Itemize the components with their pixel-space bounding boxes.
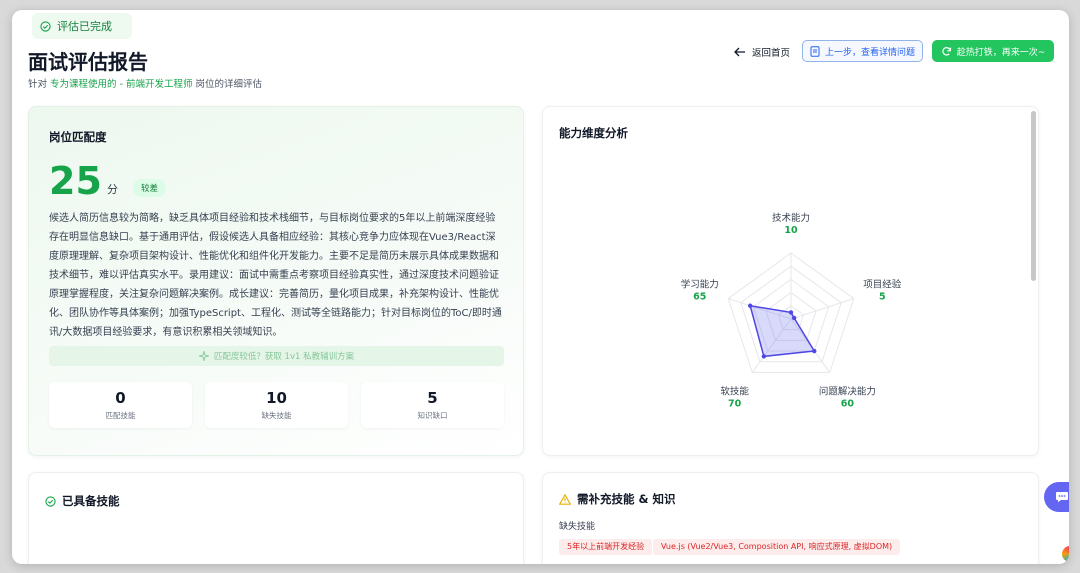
radar-axis-label: 技术能力 — [772, 212, 810, 224]
radar-data-point — [812, 348, 817, 354]
refresh-icon — [942, 46, 951, 56]
radar-axis-label: 学习能力 — [681, 278, 719, 290]
stat-value: 5 — [427, 389, 438, 407]
match-score: 25 — [49, 159, 102, 203]
chat-float-button[interactable] — [1044, 482, 1069, 512]
skill-gaps-card: 需补充技能 & 知识 缺失技能 5年以上前端开发经验 Vue.js (Vue2/… — [542, 472, 1039, 564]
missing-skill-tag: Vue.js (Vue2/Vue3, Composition API, 响应式原… — [653, 539, 901, 555]
missing-skill-tag: 5年以上前端开发经验 — [559, 539, 653, 555]
subtitle-suffix: 岗位的详细评估 — [195, 79, 263, 90]
radar-data-area — [749, 304, 816, 358]
job-match-card: 岗位匹配度 25 分 较差 候选人简历信息较为简略，缺乏具体项目经验和技术栈细节… — [28, 106, 524, 456]
radar-axis-label: 软技能 — [720, 386, 749, 398]
job-match-title: 岗位匹配度 — [49, 130, 107, 144]
coaching-upsell-label: 匹配度较低？获取 1v1 私教辅训方案 — [213, 352, 355, 362]
page-title: 面试评估报告 — [28, 50, 148, 74]
radar-axis-value: 60 — [841, 399, 855, 410]
owned-skills-title: 已具备技能 — [62, 494, 120, 508]
subtitle-prefix: 针对 — [28, 79, 48, 90]
radar-axis-label: 问题解决能力 — [819, 386, 876, 398]
chat-icon — [1056, 492, 1068, 503]
scrollbar[interactable] — [1031, 111, 1036, 281]
back-home-link[interactable]: 返回首页 — [734, 42, 790, 62]
radar-axis-value: 70 — [728, 399, 742, 410]
stat-matched-skills: 0 匹配技能 — [49, 382, 192, 428]
radar-data-point — [791, 315, 797, 321]
stat-label: 缺失技能 — [261, 411, 292, 420]
match-level-badge: 较差 — [133, 179, 167, 197]
prev-step-button[interactable]: 上一步，查看详情问题 — [802, 40, 923, 62]
radar-axis-label: 项目经验 — [863, 278, 902, 290]
skill-gaps-title: 需补充技能 & 知识 — [577, 492, 676, 506]
stat-missing-skills: 10 缺失技能 — [205, 382, 348, 428]
radar-chart: 技术能力10 项目经验5 问题解决能力60 软技能70 学习能力65 — [681, 212, 902, 410]
owned-skills-card: 已具备技能 — [28, 472, 524, 564]
radar-data-point — [788, 310, 794, 315]
back-home-label: 返回首页 — [752, 48, 791, 59]
radar-axis-value: 65 — [693, 291, 706, 302]
match-summary: 候选人简历信息较为简略，缺乏具体项目经验和技术栈细节，与目标岗位要求的5年以上前… — [49, 213, 502, 338]
stat-label: 匹配技能 — [105, 411, 136, 420]
ability-radar-card: 能力维度分析 技术能力 10 项目经验 5 问题解决能力 60 软技能 70 学习能力 65 — [542, 106, 1039, 456]
assistant-logo-button[interactable] — [1062, 546, 1069, 562]
sparkle-icon — [198, 351, 209, 361]
status-text: 评估已完成 — [57, 20, 112, 33]
document-icon — [810, 45, 820, 57]
subtitle-role: 专为课程使用的 - 前端开发工程师 — [50, 79, 193, 90]
radar-data-point — [747, 303, 753, 308]
prev-step-label: 上一步，查看详情问题 — [824, 47, 915, 58]
radar-axis-value: 10 — [784, 225, 798, 236]
app-window: 评估已完成 面试评估报告 针对 专为课程使用的 - 前端开发工程师 岗位的详细评… — [12, 10, 1069, 564]
stat-value: 0 — [115, 389, 126, 407]
owned-skills-header: 已具备技能 — [45, 493, 120, 509]
missing-skills-subtitle: 缺失技能 — [559, 522, 596, 532]
check-circle-icon — [40, 20, 51, 32]
skill-gaps-header: 需补充技能 & 知识 — [559, 491, 676, 507]
arrow-left-icon — [734, 47, 745, 57]
stat-value: 10 — [266, 389, 287, 407]
stat-knowledge-gaps: 5 知识缺口 — [361, 382, 504, 428]
page-subtitle: 针对 专为课程使用的 - 前端开发工程师 岗位的详细评估 — [28, 76, 262, 90]
check-circle-icon — [45, 495, 56, 507]
retry-label: 趁热打铁，再来一次~ — [956, 47, 1046, 58]
coaching-upsell-button[interactable]: 匹配度较低？获取 1v1 私教辅训方案 — [49, 346, 504, 366]
retry-button[interactable]: 趁热打铁，再来一次~ — [932, 40, 1054, 62]
status-chip: 评估已完成 — [32, 13, 132, 39]
match-score-unit: 分 — [107, 183, 118, 196]
radar-data-point — [761, 354, 767, 359]
stat-label: 知识缺口 — [417, 411, 448, 420]
warning-icon — [559, 493, 571, 505]
radar-axis-value: 5 — [879, 291, 886, 302]
